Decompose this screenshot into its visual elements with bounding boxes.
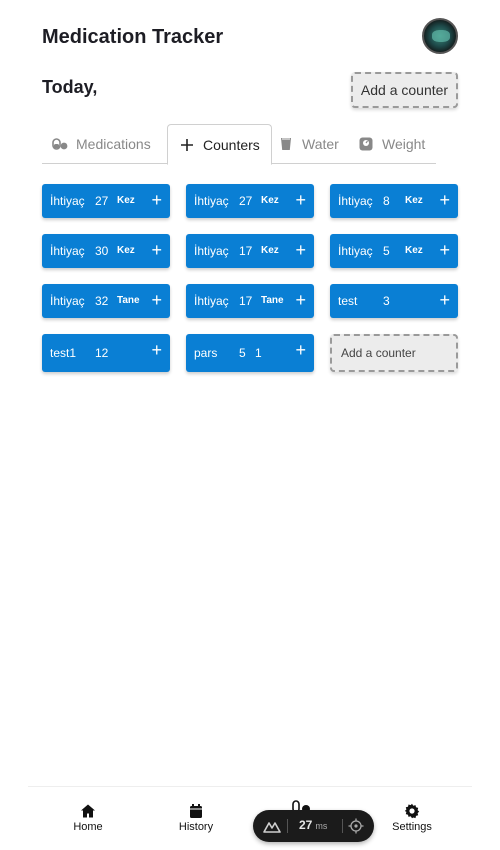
nav-label: Settings (392, 821, 432, 833)
nav-settings[interactable]: Settings (382, 803, 442, 833)
increment-button[interactable]: + (151, 190, 162, 210)
today-row: Today, Add a counter (42, 72, 458, 108)
counter-count: 27 (95, 194, 109, 208)
counter-unit: Kez (261, 195, 279, 206)
counter-card[interactable]: İhtiyaç 27 Kez + (186, 184, 314, 218)
counter-name: İhtiyaç (194, 294, 229, 308)
counter-card[interactable]: İhtiyaç 32 Tane + (42, 284, 170, 318)
add-counter-card[interactable]: Add a counter (330, 334, 458, 372)
render-time: 27 ms (299, 818, 327, 832)
bottom-nav: Home History Settings (28, 786, 472, 850)
tab-counters[interactable]: Counters (167, 124, 272, 165)
counter-name: İhtiyaç (50, 194, 85, 208)
counter-count: 32 (95, 294, 109, 308)
increment-button[interactable]: + (295, 240, 306, 260)
gear-icon (404, 803, 420, 819)
increment-button[interactable]: + (151, 240, 162, 260)
tab-weight[interactable]: Weight (358, 124, 425, 164)
divider (342, 819, 343, 833)
counter-name: İhtiyaç (338, 194, 373, 208)
increment-button[interactable]: + (295, 190, 306, 210)
counter-count: 8 (383, 194, 390, 208)
counter-name: İhtiyaç (50, 294, 85, 308)
nav-history[interactable]: History (166, 803, 226, 833)
counter-name: İhtiyaç (50, 244, 85, 258)
increment-button[interactable]: + (151, 340, 162, 360)
counter-count: 27 (239, 194, 253, 208)
crosshair-icon[interactable] (348, 818, 364, 834)
counter-unit: Kez (405, 195, 423, 206)
counter-card[interactable]: İhtiyaç 5 Kez + (330, 234, 458, 268)
counter-unit: 1 (255, 346, 262, 360)
counter-unit: Tane (261, 295, 284, 306)
tab-label: Medications (76, 136, 151, 152)
counter-unit: Kez (405, 245, 423, 256)
nav-label: History (178, 821, 214, 833)
nav-home[interactable]: Home (58, 803, 118, 833)
glass-icon (281, 138, 291, 150)
counter-name: test1 (50, 346, 77, 360)
counter-card[interactable]: İhtiyaç 17 Tane + (186, 284, 314, 318)
tab-bar: Medications Counters Water Weight (42, 124, 436, 165)
calendar-icon (190, 804, 202, 818)
counter-count: 30 (95, 244, 109, 258)
counter-card[interactable]: İhtiyaç 27 Kez + (42, 184, 170, 218)
plus-icon (181, 138, 193, 151)
increment-button[interactable]: + (295, 290, 306, 310)
tab-label: Water (302, 136, 339, 152)
nav-label: Home (73, 821, 103, 833)
counter-unit: Kez (117, 245, 135, 256)
counter-card[interactable]: İhtiyaç 30 Kez + (42, 234, 170, 268)
app-title: Medication Tracker (42, 26, 224, 48)
home-icon (81, 804, 95, 818)
render-time-unit: ms (315, 821, 328, 831)
counter-name: İhtiyaç (194, 194, 229, 208)
counter-name: pars (194, 346, 218, 360)
counter-count: 5 (239, 346, 246, 360)
increment-button[interactable]: + (439, 240, 450, 260)
tab-water[interactable]: Water (278, 124, 339, 164)
add-counter-button[interactable]: Add a counter (351, 72, 458, 108)
tab-medications[interactable]: Medications (52, 124, 151, 164)
counter-count: 12 (95, 346, 109, 360)
increment-button[interactable]: + (439, 190, 450, 210)
counter-unit: Kez (117, 195, 135, 206)
counter-unit: Tane (117, 295, 140, 306)
avatar[interactable] (422, 18, 458, 54)
counter-card[interactable]: test 3 + (330, 284, 458, 318)
tab-label: Counters (203, 136, 260, 153)
counter-card[interactable]: test1 12 + (42, 334, 170, 372)
counter-count: 17 (239, 244, 253, 258)
pill-icon (52, 138, 68, 150)
counter-card[interactable]: İhtiyaç 17 Kez + (186, 234, 314, 268)
counter-unit: Kez (261, 245, 279, 256)
nuxt-logo-icon (263, 822, 281, 833)
increment-button[interactable]: + (151, 290, 162, 310)
counter-card[interactable]: pars 5 1 + (186, 334, 314, 372)
counter-name: İhtiyaç (194, 244, 229, 258)
render-time-value: 27 (299, 818, 313, 832)
increment-button[interactable]: + (295, 340, 306, 360)
divider (287, 819, 288, 833)
counter-name: test (338, 294, 358, 308)
counter-count: 5 (383, 244, 390, 258)
scale-icon (359, 137, 373, 151)
counter-count: 17 (239, 294, 253, 308)
app-header: Medication Tracker (42, 18, 458, 58)
tab-label: Weight (382, 136, 426, 152)
today-label: Today, (42, 77, 98, 97)
counter-card[interactable]: İhtiyaç 8 Kez + (330, 184, 458, 218)
increment-button[interactable]: + (439, 290, 450, 310)
counter-count: 3 (383, 294, 390, 308)
counter-name: İhtiyaç (338, 244, 373, 258)
devtools-overlay[interactable]: 27 ms (253, 810, 374, 842)
